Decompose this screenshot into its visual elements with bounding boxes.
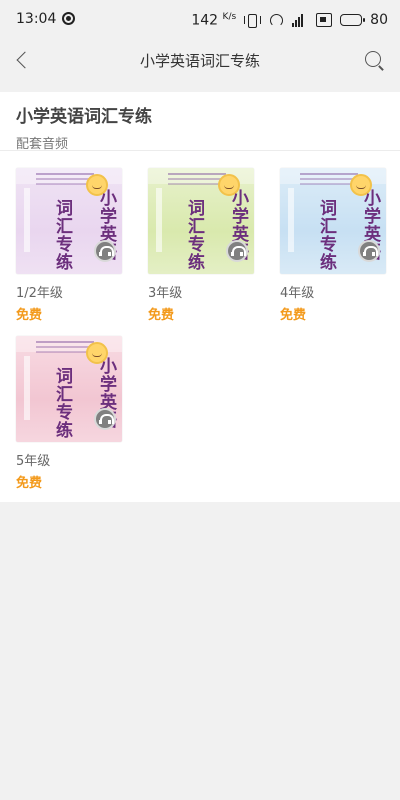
signal-icon	[292, 13, 308, 27]
series-title: 小学英语词汇专练	[16, 107, 152, 127]
book-card[interactable]: 词汇专练 小学英语 3年级 免费	[148, 168, 254, 328]
book-grade-label: 1/2年级	[16, 286, 63, 301]
book-card[interactable]: 词汇专练 小学英语 1/2年级 免费	[16, 168, 122, 328]
headphones-icon	[94, 240, 116, 262]
book-cover[interactable]: 词汇专练 小学英语	[280, 168, 386, 274]
book-price: 免费	[16, 308, 43, 323]
cover-text-lines	[36, 341, 94, 343]
cover-side-band	[24, 188, 30, 252]
book-cover[interactable]: 词汇专练 小学英语	[16, 168, 122, 274]
book-price: 免费	[280, 308, 307, 323]
book-card[interactable]: 词汇专练 小学英语 5年级 免费	[16, 336, 122, 496]
book-price: 免费	[16, 476, 43, 491]
headphones-icon	[226, 240, 248, 262]
divider	[0, 150, 400, 151]
cover-side-band	[24, 356, 30, 420]
status-time: 13:04	[16, 11, 57, 27]
nav-bar: 小学英语词汇专练	[0, 40, 400, 80]
cover-text-lines	[36, 173, 94, 175]
book-card[interactable]: 词汇专练 小学英语 4年级 免费	[280, 168, 386, 328]
page-title: 小学英语词汇专练	[139, 52, 260, 70]
status-indicators: 142 K/s 80	[191, 10, 388, 30]
cover-text-lines	[300, 173, 358, 175]
network-speed-unit: K/s	[222, 11, 237, 22]
hotspot-icon	[268, 13, 284, 27]
book-cover[interactable]: 词汇专练 小学英语	[16, 336, 122, 442]
app-notification-icon	[62, 12, 75, 25]
main-content: 小学英语词汇专练 配套音频 词汇专练 小学英语 1/2年级 免费	[0, 92, 400, 502]
book-cover[interactable]: 词汇专练 小学英语	[148, 168, 254, 274]
status-bar: 13:04 142 K/s 80	[0, 0, 400, 40]
battery-percent: 80	[370, 12, 388, 28]
battery-icon	[340, 14, 366, 26]
cover-side-band	[156, 188, 162, 252]
cover-side-band	[288, 188, 294, 252]
vibrate-icon	[244, 13, 262, 28]
book-price: 免费	[148, 308, 175, 323]
series-header: 小学英语词汇专练 配套音频	[16, 102, 152, 152]
cover-text-lines	[168, 173, 226, 175]
book-grade-label: 4年级	[280, 286, 315, 301]
chevron-left-icon[interactable]	[8, 46, 36, 74]
headphones-icon	[94, 408, 116, 430]
book-grade-label: 5年级	[16, 454, 51, 469]
network-speed: 142 K/s	[191, 12, 236, 29]
sim-icon	[316, 13, 333, 27]
search-icon[interactable]	[360, 46, 388, 74]
network-speed-value: 142	[191, 12, 219, 29]
headphones-icon	[358, 240, 380, 262]
book-grade-label: 3年级	[148, 286, 183, 301]
